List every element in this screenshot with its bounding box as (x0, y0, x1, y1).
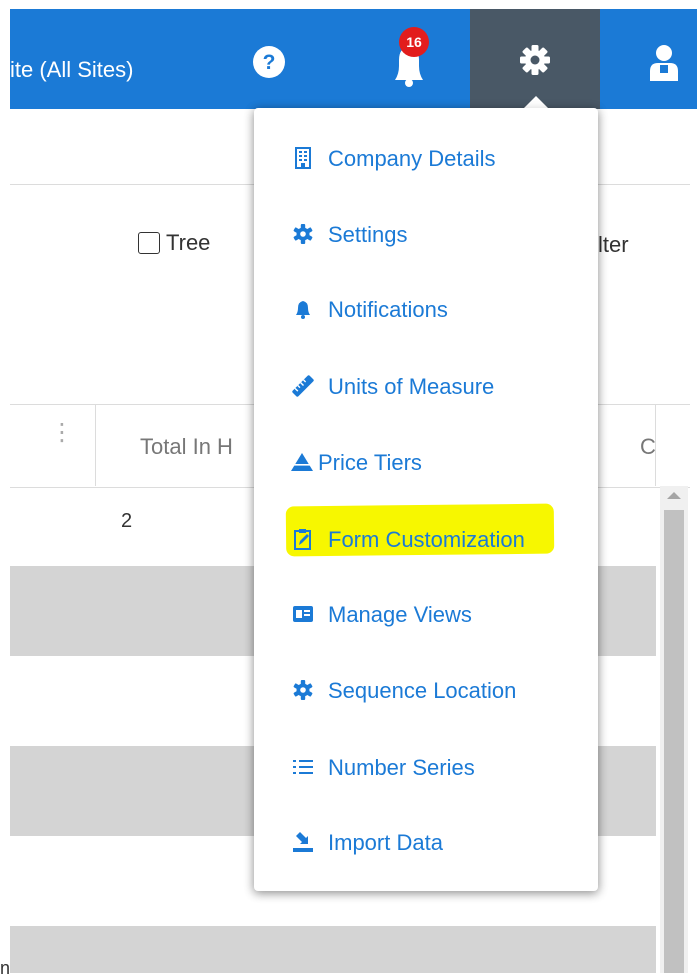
building-icon (295, 147, 311, 169)
import-icon (293, 832, 313, 852)
menu-item-label: Company Details (328, 146, 496, 171)
menu-item-settings[interactable]: Settings (254, 198, 598, 274)
column-divider[interactable] (95, 404, 96, 486)
menu-item-label: Notifications (328, 297, 448, 322)
table-row[interactable] (10, 926, 656, 973)
text-fragment: n (0, 958, 11, 978)
views-icon (293, 606, 313, 622)
user-icon[interactable] (646, 44, 682, 82)
menu-item-label: Settings (328, 222, 408, 247)
menu-item-label: Price Tiers (318, 450, 422, 475)
tree-checkbox[interactable] (138, 232, 160, 254)
menu-item-label: Manage Views (328, 602, 472, 627)
menu-item-label: Form Customization (328, 527, 525, 552)
menu-item-sequence-location[interactable]: Sequence Location (254, 654, 598, 730)
pyramid-icon (291, 453, 313, 471)
gear-icon[interactable] (517, 42, 553, 78)
list-icon (293, 760, 313, 774)
menu-item-label: Units of Measure (328, 374, 495, 399)
menu-item-manage-views[interactable]: Manage Views (254, 578, 598, 654)
tree-label: Tree (166, 230, 211, 255)
column-header-c[interactable]: C (640, 434, 656, 460)
menu-item-label: Number Series (328, 755, 475, 780)
menu-item-label: Sequence Location (328, 678, 517, 703)
menu-item-label: Import Data (328, 830, 443, 855)
scrollbar-thumb[interactable] (664, 510, 684, 973)
site-selector[interactable]: ite (All Sites) (10, 57, 133, 83)
gear-icon (293, 224, 313, 244)
menu-item-company-details[interactable]: Company Details (254, 122, 598, 198)
menu-item-form-customization[interactable]: Form Customization (254, 503, 598, 579)
menu-item-number-series[interactable]: Number Series (254, 731, 598, 807)
ruler-icon (292, 375, 314, 397)
menu-item-price-tiers[interactable]: Price Tiers (254, 426, 598, 502)
notification-badge: 16 (399, 27, 429, 57)
scroll-up-arrow[interactable] (667, 492, 681, 499)
menu-item-units-of-measure[interactable]: Units of Measure (254, 350, 598, 426)
menu-item-import-data[interactable]: Import Data (254, 806, 598, 882)
filter-label[interactable]: lter (598, 232, 629, 258)
column-menu-icon[interactable]: ⋮ (50, 421, 74, 445)
svg-text:?: ? (263, 51, 276, 74)
menu-item-notifications[interactable]: Notifications (254, 273, 598, 349)
column-header-total[interactable]: Total In H (140, 434, 233, 460)
gear-icon (293, 680, 313, 700)
table-cell: 2 (121, 510, 133, 532)
form-edit-icon (294, 529, 311, 550)
help-icon[interactable]: ? (251, 44, 287, 80)
bell-icon (296, 301, 310, 319)
settings-dropdown-menu: Company Details Settings Notifications U… (254, 108, 598, 891)
